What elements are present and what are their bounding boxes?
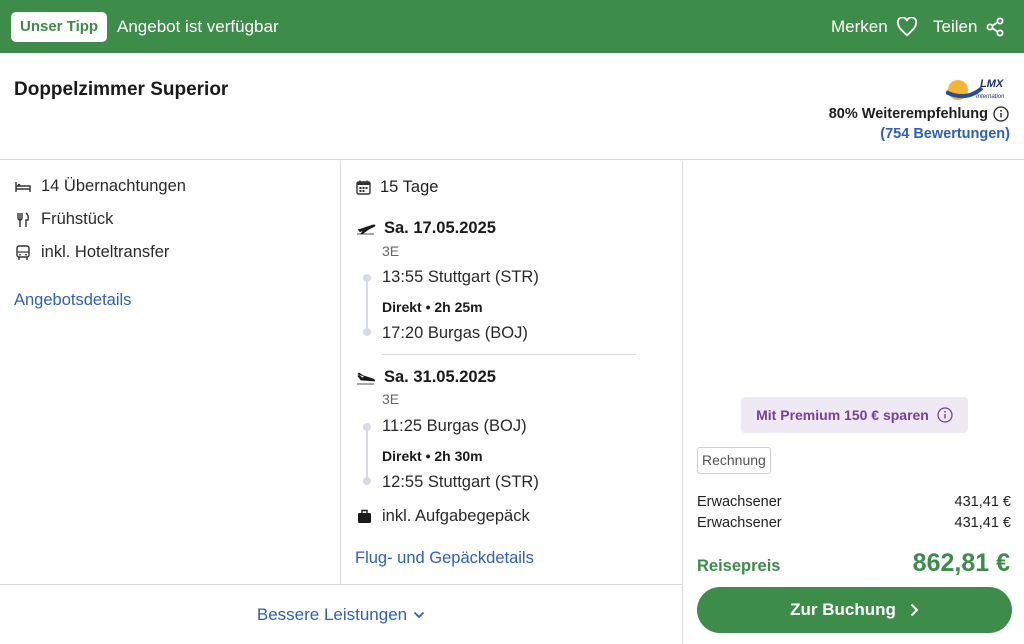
outbound-arr-dot (363, 328, 371, 336)
return-class: 3E (382, 391, 400, 407)
better-services-toggle[interactable]: Bessere Leistungen (0, 605, 682, 625)
flight-details-link[interactable]: Flug- und Gepäckdetails (355, 549, 534, 568)
book-button[interactable]: Zur Buchung (697, 587, 1012, 633)
premium-savings-banner[interactable]: Mit Premium 150 € sparen (741, 397, 968, 433)
board-feature: Frühstück (15, 210, 113, 229)
passenger-price: 431,41 € (954, 515, 1011, 531)
share-label: Teilen (933, 17, 978, 36)
price-column: Mit Premium 150 € sparen Rechnung Erwach… (682, 161, 1024, 644)
return-date: Sa. 31.05.2025 (356, 368, 496, 387)
baggage-feature: inkl. Aufgabegepäck (356, 507, 530, 526)
more-services-bar: Bessere Leistungen (0, 584, 682, 644)
return-arrival: 12:55 Stuttgart (STR) (382, 473, 539, 491)
return-dep-dot (363, 423, 371, 431)
nights-feature: 14 Übernachtungen (15, 177, 186, 196)
info-icon (937, 407, 953, 423)
tip-badge: Unser Tipp (11, 12, 108, 42)
flight-divider (382, 354, 636, 355)
cutlery-icon (15, 211, 31, 228)
passenger-price: 431,41 € (954, 494, 1011, 510)
outbound-dep-dot (363, 274, 371, 282)
save-label: Merken (831, 17, 888, 36)
heart-icon (896, 17, 917, 37)
outbound-class: 3E (382, 243, 400, 259)
outbound-date: Sa. 17.05.2025 (356, 219, 496, 238)
chevron-down-icon (414, 611, 425, 619)
transfer-feature: inkl. Hoteltransfer (15, 243, 169, 262)
share-button[interactable]: Teilen (933, 14, 1005, 40)
offer-header: Doppelzimmer Superior LMX International … (0, 53, 1024, 160)
bed-icon (15, 179, 31, 195)
return-arr-dot (363, 477, 371, 485)
offer-topbar: Unser Tipp Angebot ist verfügbar Merken … (0, 0, 1024, 53)
duration-text: 15 Tage (380, 178, 439, 196)
premium-text: Mit Premium 150 € sparen (756, 407, 929, 423)
return-direct: Direkt • 2h 30m (382, 448, 483, 464)
board-text: Frühstück (41, 210, 114, 228)
suitcase-icon (356, 509, 372, 525)
invoice-tag[interactable]: Rechnung (697, 447, 771, 474)
return-date-text: Sa. 31.05.2025 (384, 368, 496, 386)
offer-details-link[interactable]: Angebotsdetails (14, 291, 131, 310)
return-timeline (366, 428, 368, 482)
svg-text:International: International (976, 94, 1004, 100)
return-departure: 11:25 Burgas (BOJ) (382, 417, 527, 435)
availability-status: Angebot ist verfügbar (117, 17, 279, 36)
passenger-row: Erwachsener 431,41 € (697, 494, 1011, 510)
share-icon (986, 17, 1004, 37)
lmx-logo: LMX International (946, 78, 1004, 100)
info-icon[interactable] (993, 106, 1009, 122)
passenger-label: Erwachsener (697, 494, 782, 510)
baggage-text: inkl. Aufgabegepäck (382, 507, 530, 525)
calendar-icon (356, 180, 371, 195)
better-services-label: Bessere Leistungen (256, 605, 408, 624)
total-price: 862,81 € (912, 549, 1010, 577)
bus-icon (15, 244, 31, 261)
passenger-row: Erwachsener 431,41 € (697, 515, 1011, 531)
flight-column: 15 Tage Sa. 17.05.2025 3E 13:55 Stuttgar… (341, 161, 682, 584)
trip-duration: 15 Tage (356, 178, 438, 197)
outbound-timeline (366, 279, 368, 333)
departure-plane-icon (357, 223, 376, 234)
recommendation-text: 80% Weiterempfehlung (828, 106, 988, 122)
reviews-link[interactable]: (754 Bewertungen) (880, 126, 1010, 142)
outbound-arrival: 17:20 Burgas (BOJ) (382, 324, 528, 342)
outbound-departure: 13:55 Stuttgart (STR) (382, 268, 539, 286)
outbound-direct: Direkt • 2h 25m (382, 299, 483, 315)
total-price-label: Reisepreis (697, 557, 781, 575)
accommodation-column: 14 Übernachtungen Frühstück inkl. Hotelt… (0, 161, 341, 584)
outbound-date-text: Sa. 17.05.2025 (384, 219, 496, 237)
transfer-text: inkl. Hoteltransfer (41, 243, 170, 261)
recommendation-rate: 80% Weiterempfehlung (829, 106, 1009, 122)
svg-text:LMX: LMX (980, 78, 1004, 90)
passenger-label: Erwachsener (697, 515, 782, 531)
chevron-right-icon (910, 603, 919, 617)
arrival-plane-icon (357, 371, 375, 384)
nights-text: 14 Übernachtungen (41, 177, 186, 195)
book-button-label: Zur Buchung (790, 600, 896, 619)
save-button[interactable]: Merken (831, 14, 918, 40)
room-title: Doppelzimmer Superior (14, 79, 229, 100)
